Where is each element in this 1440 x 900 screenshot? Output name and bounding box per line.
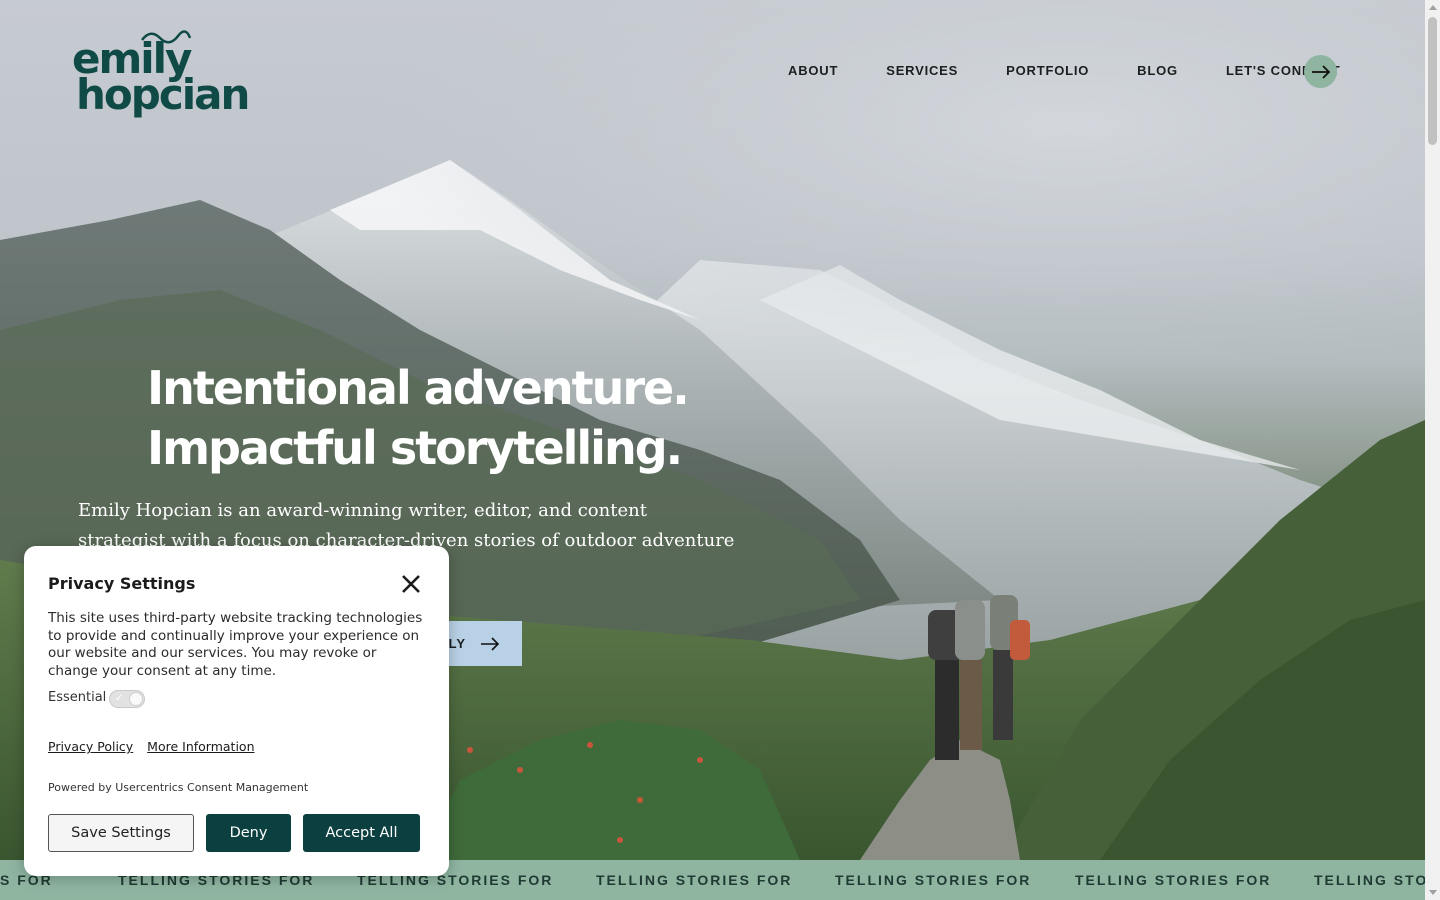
arrow-right-icon: [1311, 64, 1330, 79]
essential-toggle[interactable]: ✓: [109, 690, 145, 708]
lets-connect-arrow-button[interactable]: [1304, 55, 1337, 88]
headline-line-2: Impactful storytelling.: [147, 421, 683, 475]
check-icon: ✓: [115, 693, 124, 704]
close-icon[interactable]: [401, 574, 421, 594]
ticker-item: TELLING STORIES FOR: [835, 872, 1032, 888]
nav-portfolio[interactable]: PORTFOLIO: [1006, 62, 1089, 80]
accept-all-button[interactable]: Accept All: [303, 814, 420, 852]
ticker-item: TELLING STORIES FOR: [1075, 872, 1272, 888]
ticker-item: TELLING STORIES FOR: [596, 872, 793, 888]
page-scrollbar[interactable]: [1425, 0, 1440, 900]
save-settings-button[interactable]: Save Settings: [48, 814, 194, 852]
scrollbar-thumb[interactable]: [1428, 17, 1437, 145]
main-navigation: ABOUT SERVICES PORTFOLIO BLOG LET'S CONN…: [788, 55, 1357, 88]
scroll-up-icon[interactable]: [1429, 5, 1437, 10]
scroll-down-icon[interactable]: [1429, 890, 1437, 895]
logo-line-2: hopcian: [76, 70, 250, 119]
more-information-link[interactable]: More Information: [147, 739, 254, 754]
nav-about[interactable]: ABOUT: [788, 62, 838, 80]
deny-button[interactable]: Deny: [206, 814, 291, 852]
headline-line-1: Intentional adventure.: [147, 361, 690, 415]
privacy-settings-dialog: Privacy Settings This site uses third-pa…: [24, 546, 449, 876]
nav-blog[interactable]: BLOG: [1137, 62, 1178, 80]
cta-label: LY: [448, 636, 466, 651]
dialog-title: Privacy Settings: [48, 574, 196, 593]
powered-by-text: Powered by Usercentrics Consent Manageme…: [48, 781, 309, 794]
essential-label: Essential: [48, 690, 107, 705]
arrow-right-icon: [481, 636, 500, 651]
ticker-item: TELLING STORIE: [1314, 872, 1425, 888]
hero-headline: Intentional adventure. Impactful storyte…: [147, 358, 787, 478]
site-logo[interactable]: emily hopcian: [72, 30, 250, 116]
toggle-knob: [129, 692, 143, 706]
dialog-description: This site uses third-party website track…: [48, 610, 423, 679]
privacy-policy-link[interactable]: Privacy Policy: [48, 739, 133, 754]
nav-services[interactable]: SERVICES: [886, 62, 958, 80]
dialog-links: Privacy Policy More Information: [48, 739, 265, 754]
